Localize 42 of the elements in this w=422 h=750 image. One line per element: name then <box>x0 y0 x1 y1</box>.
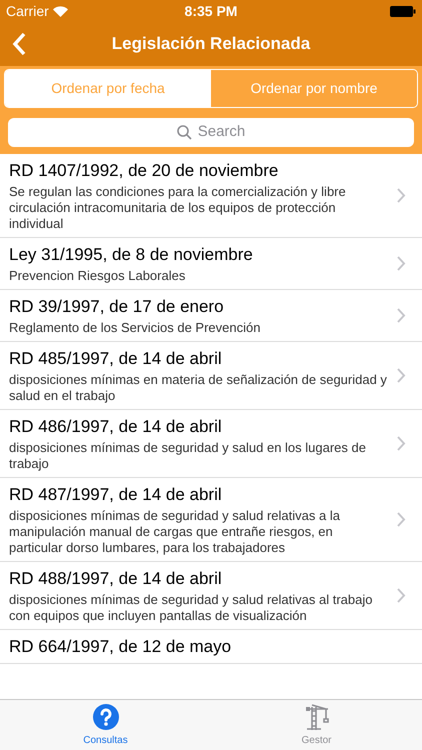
chevron-icon <box>397 588 406 603</box>
law-title: RD 486/1997, de 14 de abril <box>9 416 223 438</box>
law-description: disposiciones mínimas de seguridad y salud en los lugares de trabajo <box>9 440 367 472</box>
crane-icon <box>304 702 330 730</box>
chevron-icon <box>397 256 406 271</box>
status-time: 8:35 PM <box>184 2 238 20</box>
law-list-item[interactable]: RD 487/1997, de 14 de abril disposiciones mínimas de seguridad y salud relativas a la manipulación manual de cargas que entrañe riesgos, en particular dorso lumbares, para los trabajadores <box>0 478 422 562</box>
search-icon <box>176 125 192 140</box>
battery-icon <box>390 6 416 16</box>
law-title: RD 488/1997, de 14 de abril <box>9 568 223 590</box>
law-list-item[interactable]: Ley 31/1995, de 8 de noviembre Prevencion Riesgos Laborales <box>0 238 422 290</box>
wifi-icon <box>52 6 68 16</box>
law-title: RD 664/1997, de 12 de mayo <box>9 636 232 658</box>
law-title: Ley 31/1995, de 8 de noviembre <box>9 244 254 266</box>
law-description: disposiciones mínimas de seguridad y salud relativas a la manipulación manual de cargas que entrañe riesgos, en particular dorso lumbares, para los trabajadores <box>9 508 341 556</box>
law-list-item[interactable]: RD 488/1997, de 14 de abril disposiciones mínimas de seguridad y salud relativas al trabajo con equipos que incluyen pantallas de visualización <box>0 562 422 630</box>
law-description: Se regulan las condiciones para la comercialización y libre circulación intracomunitaria de los equipos de protección individual <box>9 184 347 232</box>
law-list-item[interactable]: RD 1407/1992, de 20 de noviembre Se regulan las condiciones para la comercialización y libre circulación intracomunitaria de los equipos de protección individual <box>0 154 422 238</box>
law-description: disposiciones mínimas en materia de señalización de seguridad y salud en el trabajo <box>9 372 387 404</box>
screen-title: Legislación Relacionada <box>112 33 310 56</box>
law-title: RD 39/1997, de 17 de enero <box>9 296 225 318</box>
law-title: RD 485/1997, de 14 de abril <box>9 348 223 370</box>
back-icon <box>12 32 26 56</box>
chevron-icon <box>397 308 406 323</box>
law-list-item[interactable]: RD 486/1997, de 14 de abril disposiciones mínimas de seguridad y salud en los lugares de trabajo <box>0 410 422 478</box>
carrier-label: Carrier <box>6 2 49 20</box>
back-button[interactable] <box>12 32 26 56</box>
law-description: Prevencion Riesgos Laborales <box>9 268 186 284</box>
search-placeholder: Search <box>198 122 246 142</box>
law-title: RD 487/1997, de 14 de abril <box>9 484 223 506</box>
law-list-item[interactable]: RD 39/1997, de 17 de enero Reglamento de los Servicios de Prevención <box>0 290 422 342</box>
chevron-icon <box>397 436 406 451</box>
question-icon <box>92 702 120 730</box>
law-description: disposiciones mínimas de seguridad y salud relativas al trabajo con equipos que incluyen pantallas de visualización <box>9 592 374 624</box>
chevron-icon <box>397 368 406 383</box>
tab-bar-item[interactable]: Consultas <box>0 700 211 750</box>
law-list-item[interactable]: RD 485/1997, de 14 de abril disposiciones mínimas en materia de señalización de seguridad y salud en el trabajo <box>0 342 422 410</box>
law-description: Reglamento de los Servicios de Prevención <box>9 320 262 336</box>
chevron-icon <box>397 188 406 203</box>
chevron-icon <box>397 512 406 527</box>
law-list-item[interactable]: RD 664/1997, de 12 de mayo <box>0 630 422 664</box>
law-title: RD 1407/1992, de 20 de noviembre <box>9 160 280 182</box>
